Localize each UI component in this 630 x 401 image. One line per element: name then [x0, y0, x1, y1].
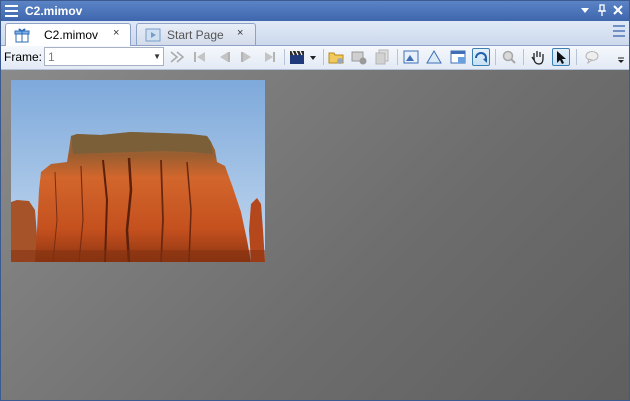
toolbar-separator [495, 49, 496, 65]
rotate-icon[interactable] [472, 48, 490, 66]
dropdown-arrow-icon[interactable] [578, 3, 592, 17]
tab-strip: C2.mimov × Start Page × [1, 21, 629, 46]
toolbar-separator [523, 49, 524, 65]
window-icon[interactable] [449, 48, 467, 66]
open-folder-icon[interactable] [327, 48, 345, 66]
copy-icon[interactable] [373, 48, 391, 66]
canvas-area[interactable] [1, 70, 629, 400]
chevron-down-icon: ▼ [153, 52, 161, 61]
tab-close-button[interactable]: × [113, 27, 119, 39]
start-page-icon [145, 27, 161, 43]
title-bar: C2.mimov [1, 1, 629, 21]
next-frame-icon[interactable] [238, 48, 256, 66]
document-window: C2.mimov C2.mimov × Start Page × Frame: … [0, 0, 630, 401]
frame-label: Frame: [4, 50, 43, 64]
window-title: C2.mimov [25, 4, 83, 18]
chevron-down-icon[interactable] [307, 48, 319, 66]
menu-icon[interactable] [5, 5, 18, 17]
pin-icon[interactable] [595, 3, 609, 17]
toolbar-overflow-icon[interactable] [615, 48, 627, 66]
tab-label: Start Page [167, 28, 224, 42]
comment-icon[interactable] [583, 48, 601, 66]
toolbar: Frame: 1 ▼ [1, 46, 629, 70]
tab-c2-mimov[interactable]: C2.mimov × [5, 23, 131, 46]
tab-start-page[interactable]: Start Page × [136, 23, 256, 45]
settings-icon[interactable] [350, 48, 368, 66]
image-icon[interactable] [402, 48, 420, 66]
previous-frame-icon[interactable] [215, 48, 233, 66]
tab-close-button[interactable]: × [237, 27, 243, 39]
hand-icon[interactable] [529, 48, 547, 66]
frame-value: 1 [48, 50, 55, 64]
gift-icon [14, 27, 30, 43]
mesa-photo [11, 80, 265, 262]
triangle-icon[interactable] [425, 48, 443, 66]
tab-list-icon[interactable] [613, 25, 625, 39]
last-frame-icon[interactable] [261, 48, 279, 66]
toolbar-separator [323, 49, 324, 65]
frame-select[interactable]: 1 ▼ [44, 47, 164, 66]
pointer-icon[interactable] [552, 48, 570, 66]
first-frame-icon[interactable] [191, 48, 209, 66]
toolbar-separator [397, 49, 398, 65]
close-icon[interactable] [611, 3, 625, 17]
toolbar-separator [284, 49, 285, 65]
zoom-icon[interactable] [500, 48, 518, 66]
toolbar-separator [576, 49, 577, 65]
clapperboard-icon[interactable] [288, 48, 306, 66]
tab-label: C2.mimov [44, 28, 99, 42]
play-icon[interactable] [168, 48, 186, 66]
